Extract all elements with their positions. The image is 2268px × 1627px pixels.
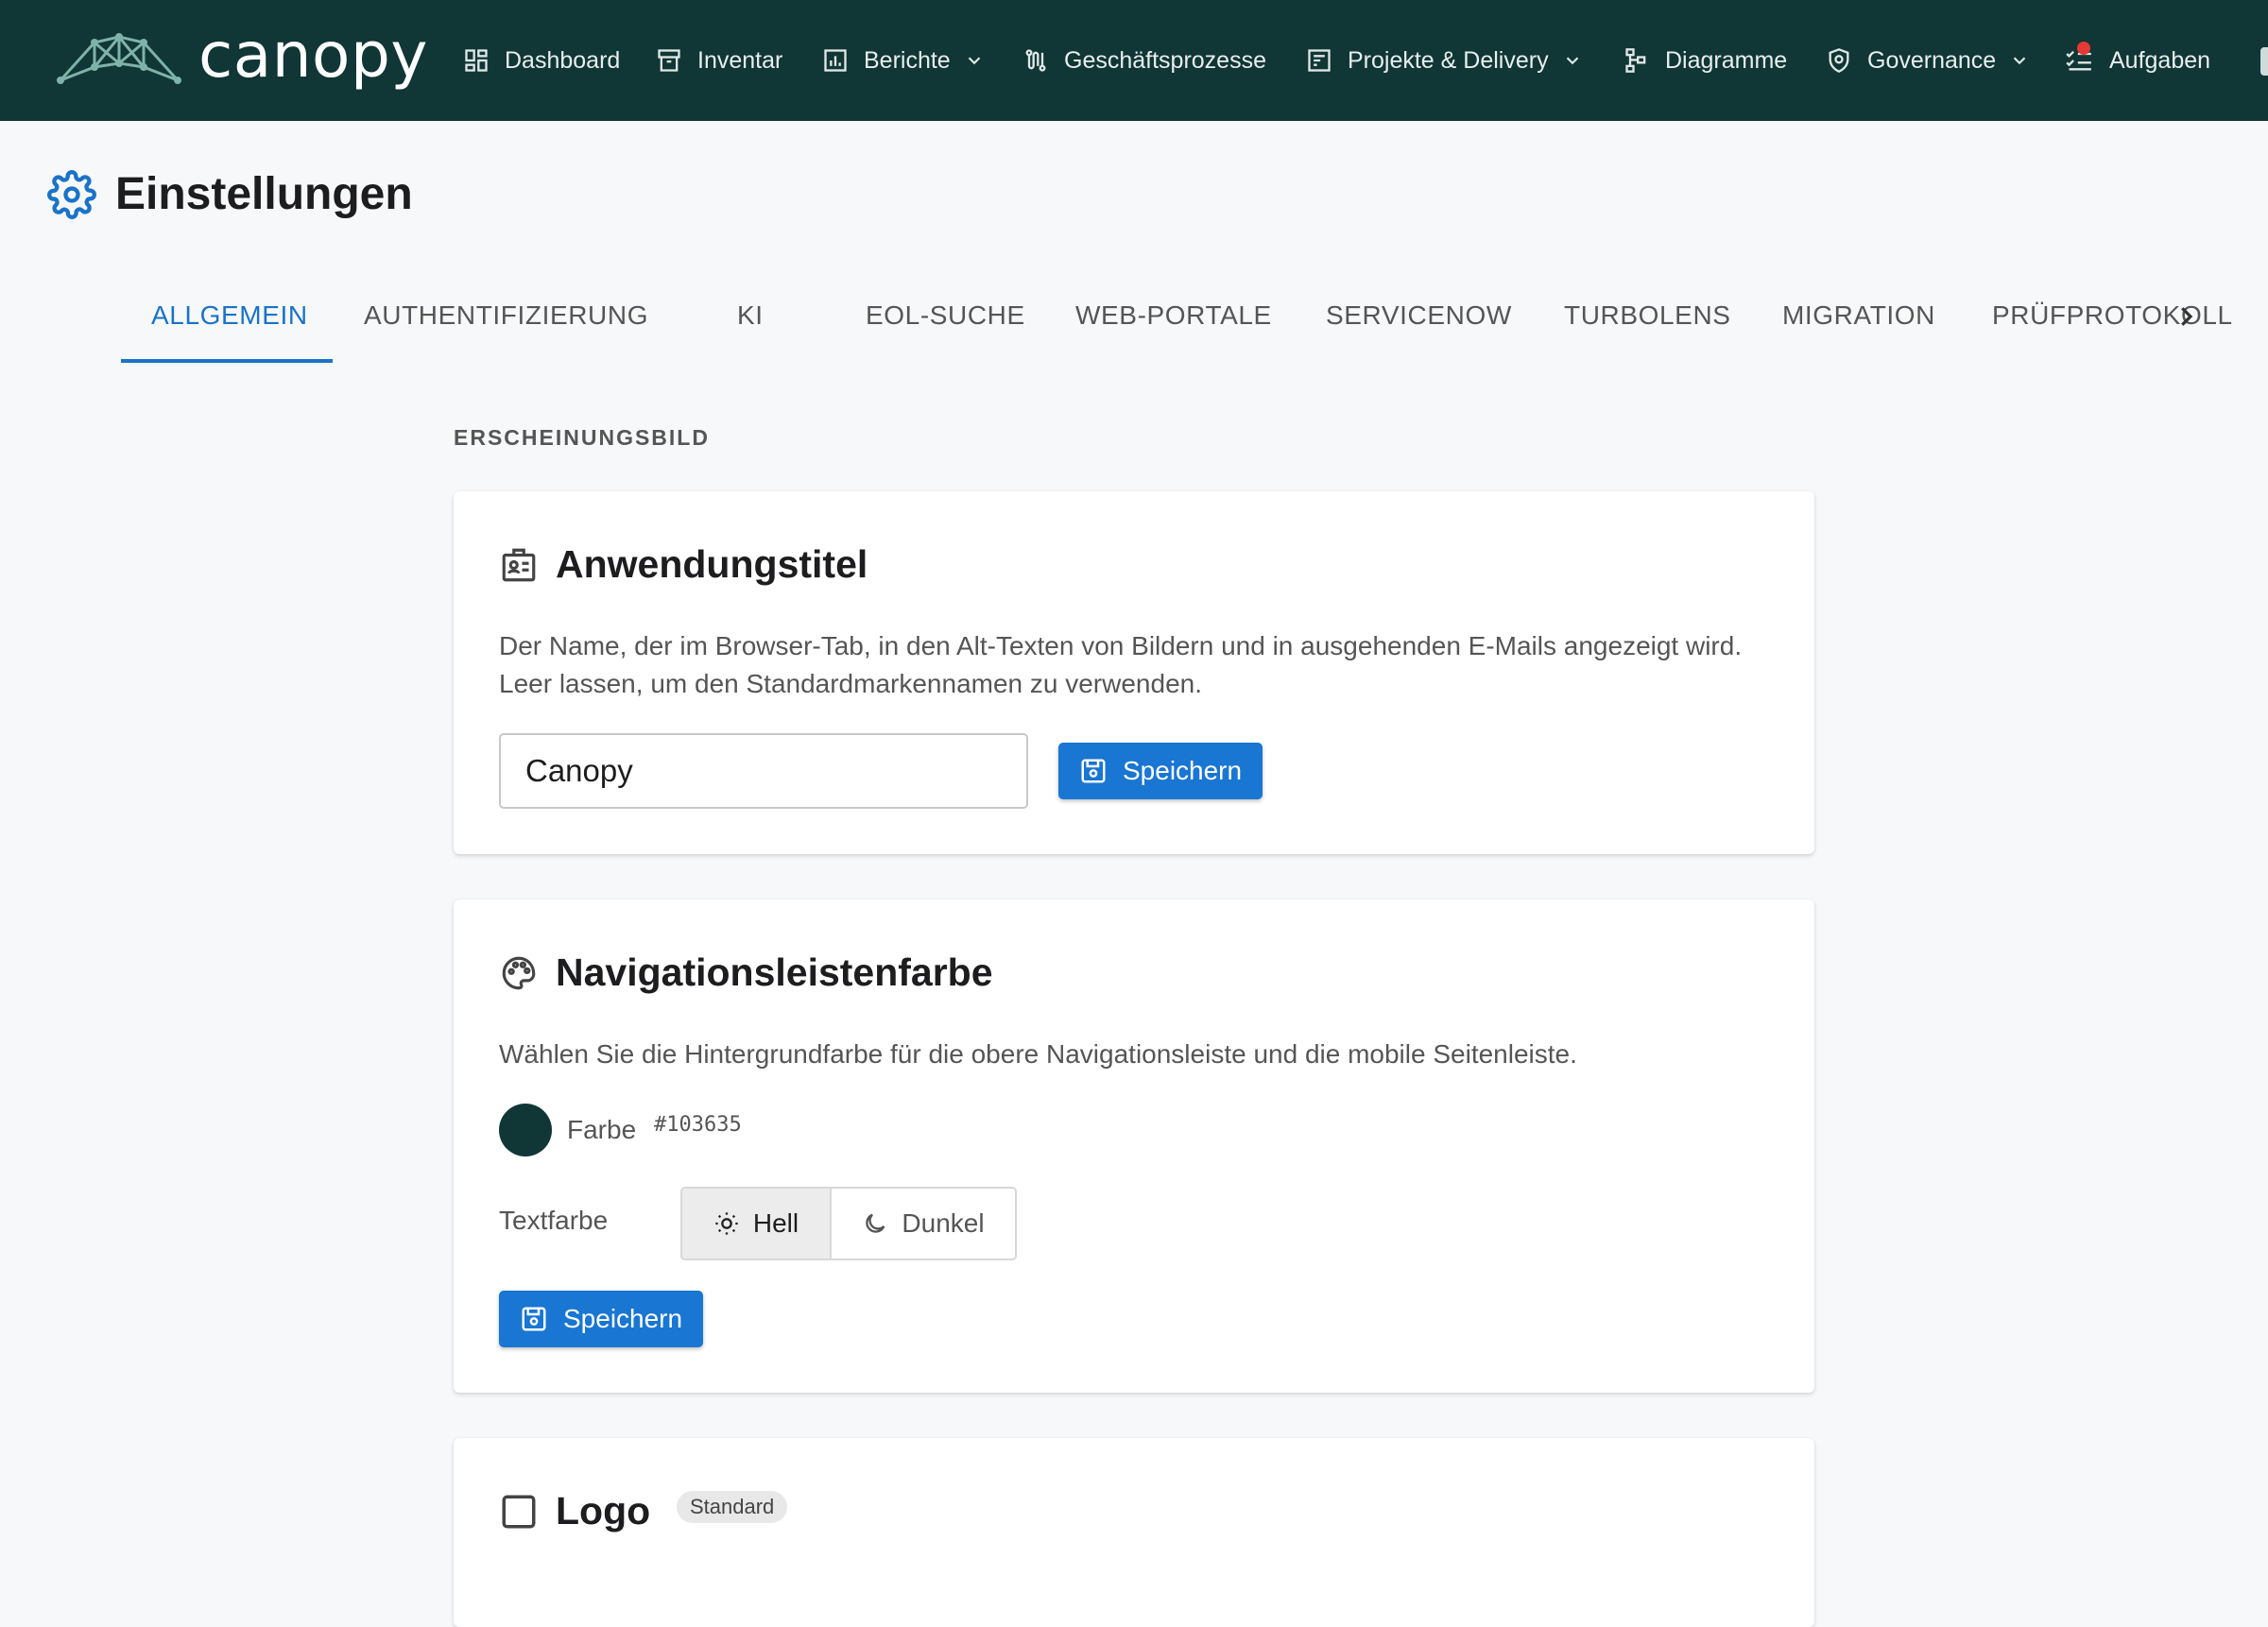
tab-turbolens[interactable]: TURBOLENS xyxy=(1564,300,1731,331)
light-label: Hell xyxy=(752,1208,799,1238)
tab-overflow-clip: PRÜFPROTOKOLL xyxy=(1992,300,2268,338)
chevron-down-icon xyxy=(1566,57,1578,65)
nav-dashboard-label: Dashboard xyxy=(505,46,621,74)
notification-dot xyxy=(2077,42,2090,55)
tab-servicenow[interactable]: SERVICENOW xyxy=(1326,300,1512,331)
tab-authentifizierung[interactable]: AUTHENTIFIZIERUNG xyxy=(364,300,648,331)
card-title-text: Anwendungstitel xyxy=(556,542,868,586)
nav-berichte[interactable]: Berichte xyxy=(822,42,985,79)
canopy-logo-icon xyxy=(57,33,181,84)
default-badge: Standard xyxy=(677,1491,788,1523)
card-anwendungstitel: Anwendungstitel Der Name, der im Browser… xyxy=(454,491,1814,854)
card-title-text: Navigationsleistenfarbe xyxy=(556,951,993,994)
nav-inventar[interactable]: Inventar xyxy=(656,42,782,79)
card-navigationsleistenfarbe: Navigationsleistenfarbe Wählen Sie die H… xyxy=(454,899,1814,1393)
palette-icon xyxy=(502,956,536,989)
gear-icon xyxy=(47,169,96,219)
text-color-toggle: Hell Dunkel xyxy=(680,1187,1017,1260)
card-description: Der Name, der im Browser-Tab, in den Alt… xyxy=(499,631,1743,698)
tasks-icon-wrap xyxy=(2064,42,2109,74)
save-button-label: Speichern xyxy=(563,1304,683,1333)
section-label-erscheinungsbild: ERSCHEINUNGSBILD xyxy=(454,425,710,450)
color-swatch[interactable] xyxy=(499,1104,552,1156)
dark-label: Dunkel xyxy=(902,1208,985,1238)
text-color-label: Textfarbe xyxy=(499,1206,609,1235)
nav-diagramme-label: Diagramme xyxy=(1665,46,1788,74)
process-flow-icon xyxy=(1025,49,1046,72)
active-tab-indicator xyxy=(121,359,333,363)
app-title-input[interactable]: Canopy xyxy=(499,733,1028,809)
project-icon xyxy=(1308,49,1331,72)
save-icon xyxy=(1081,759,1106,783)
tabs-scroll-right-icon[interactable] xyxy=(2172,300,2200,333)
nav-projekte-delivery[interactable]: Projekte & Delivery xyxy=(1306,42,1583,79)
color-hex-value: #103635 xyxy=(654,1113,742,1137)
card-title: Navigationsleistenfarbe xyxy=(499,951,993,995)
nav-diagramme[interactable]: Diagramme xyxy=(1624,42,1787,79)
moon-icon xyxy=(866,1213,885,1233)
top-navigation-bar: canopy Dashboard Inventar Berichte Gesch… xyxy=(0,0,2268,121)
chevron-down-icon xyxy=(968,57,980,65)
overflow-edge xyxy=(2260,47,2268,76)
tab-ki[interactable]: KI xyxy=(737,300,764,331)
inventory-icon xyxy=(658,49,680,72)
nav-aufgaben-label: Aufgaben xyxy=(2109,46,2211,74)
nav-projekte-delivery-label: Projekte & Delivery xyxy=(1348,46,1549,74)
page-title: Einstellungen xyxy=(47,168,413,220)
nav-governance-label: Governance xyxy=(1867,46,1997,74)
tab-allgemein[interactable]: ALLGEMEIN xyxy=(151,300,308,331)
card-logo: Logo Standard xyxy=(454,1438,1814,1627)
card-title: Anwendungstitel xyxy=(499,542,868,587)
text-color-dark-option[interactable]: Dunkel xyxy=(832,1189,1015,1259)
save-navbar-color-button[interactable]: Speichern xyxy=(499,1291,704,1347)
nav-geschaeftsprozesse[interactable]: Geschäftsprozesse xyxy=(1022,42,1266,79)
nav-governance[interactable]: Governance xyxy=(1826,42,2030,79)
canopy-logo[interactable]: canopy xyxy=(57,19,428,93)
id-badge-icon xyxy=(502,548,536,581)
text-color-light-option[interactable]: Hell xyxy=(682,1189,832,1259)
sun-icon xyxy=(715,1212,738,1235)
nav-berichte-label: Berichte xyxy=(864,46,951,74)
diagram-icon xyxy=(1625,48,1646,73)
bar-chart-icon xyxy=(824,49,847,72)
save-button-label: Speichern xyxy=(1123,756,1243,785)
nav-dashboard[interactable]: Dashboard xyxy=(463,42,620,79)
card-description: Wählen Sie die Hintergrundfarbe für die … xyxy=(499,1039,1577,1069)
tab-eol-suche[interactable]: EOL-SUCHE xyxy=(866,300,1025,331)
tab-web-portale[interactable]: WEB-PORTALE xyxy=(1075,300,1272,331)
settings-tabs: ALLGEMEIN AUTHENTIFIZIERUNG KI EOL-SUCHE… xyxy=(121,283,2232,365)
dashboard-icon xyxy=(465,49,488,72)
brand-name: canopy xyxy=(198,19,428,92)
nav-aufgaben[interactable]: Aufgaben xyxy=(2064,42,2210,79)
color-label: Farbe xyxy=(567,1115,637,1144)
save-app-title-button[interactable]: Speichern xyxy=(1058,743,1263,799)
nav-geschaeftsprozesse-label: Geschäftsprozesse xyxy=(1064,46,1266,74)
shield-icon xyxy=(1829,48,1849,73)
tab-migration[interactable]: MIGRATION xyxy=(1782,300,1935,331)
nav-inventar-label: Inventar xyxy=(697,46,783,74)
chevron-down-icon xyxy=(2013,57,2026,65)
page-title-text: Einstellungen xyxy=(115,169,413,219)
save-icon xyxy=(522,1307,546,1331)
